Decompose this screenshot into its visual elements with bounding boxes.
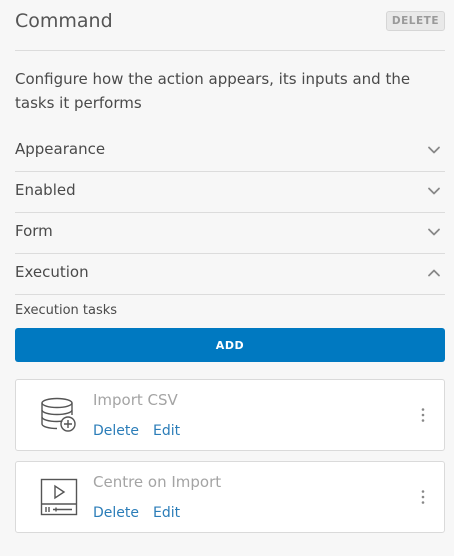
add-task-button[interactable]: ADD [15,328,445,362]
task-edit-link[interactable]: Edit [153,423,180,439]
task-card: Centre on Import Delete Edit [15,461,445,533]
task-card: Import CSV Delete Edit [15,379,445,451]
more-options-icon[interactable] [420,407,426,423]
map-play-icon [40,478,78,516]
task-title: Import CSV [93,391,178,409]
section-form[interactable]: Form [15,212,445,253]
task-edit-link[interactable]: Edit [153,505,180,521]
section-label: Enabled [15,181,76,199]
section-label: Appearance [15,140,106,158]
panel-header: Command DELETE [15,8,445,42]
command-panel: Command DELETE Configure how the action … [0,0,454,556]
section-label: Execution [15,263,89,281]
chevron-down-icon [428,228,440,236]
task-delete-link[interactable]: Delete [93,505,139,521]
delete-command-button[interactable]: DELETE [385,11,445,31]
divider [15,50,445,51]
execution-tasks-label: Execution tasks [15,303,118,318]
more-options-icon[interactable] [420,489,426,505]
chevron-down-icon [428,187,440,195]
section-enabled[interactable]: Enabled [15,171,445,212]
panel-description: Configure how the action appears, its in… [15,70,411,112]
chevron-up-icon [428,269,440,277]
section-execution[interactable]: Execution [15,253,445,294]
database-add-icon [41,397,76,432]
section-appearance[interactable]: Appearance [15,130,445,171]
chevron-down-icon [428,146,440,154]
panel-title: Command [15,10,113,32]
task-delete-link[interactable]: Delete [93,423,139,439]
divider [15,294,445,295]
task-title: Centre on Import [93,473,222,491]
section-label: Form [15,222,53,240]
